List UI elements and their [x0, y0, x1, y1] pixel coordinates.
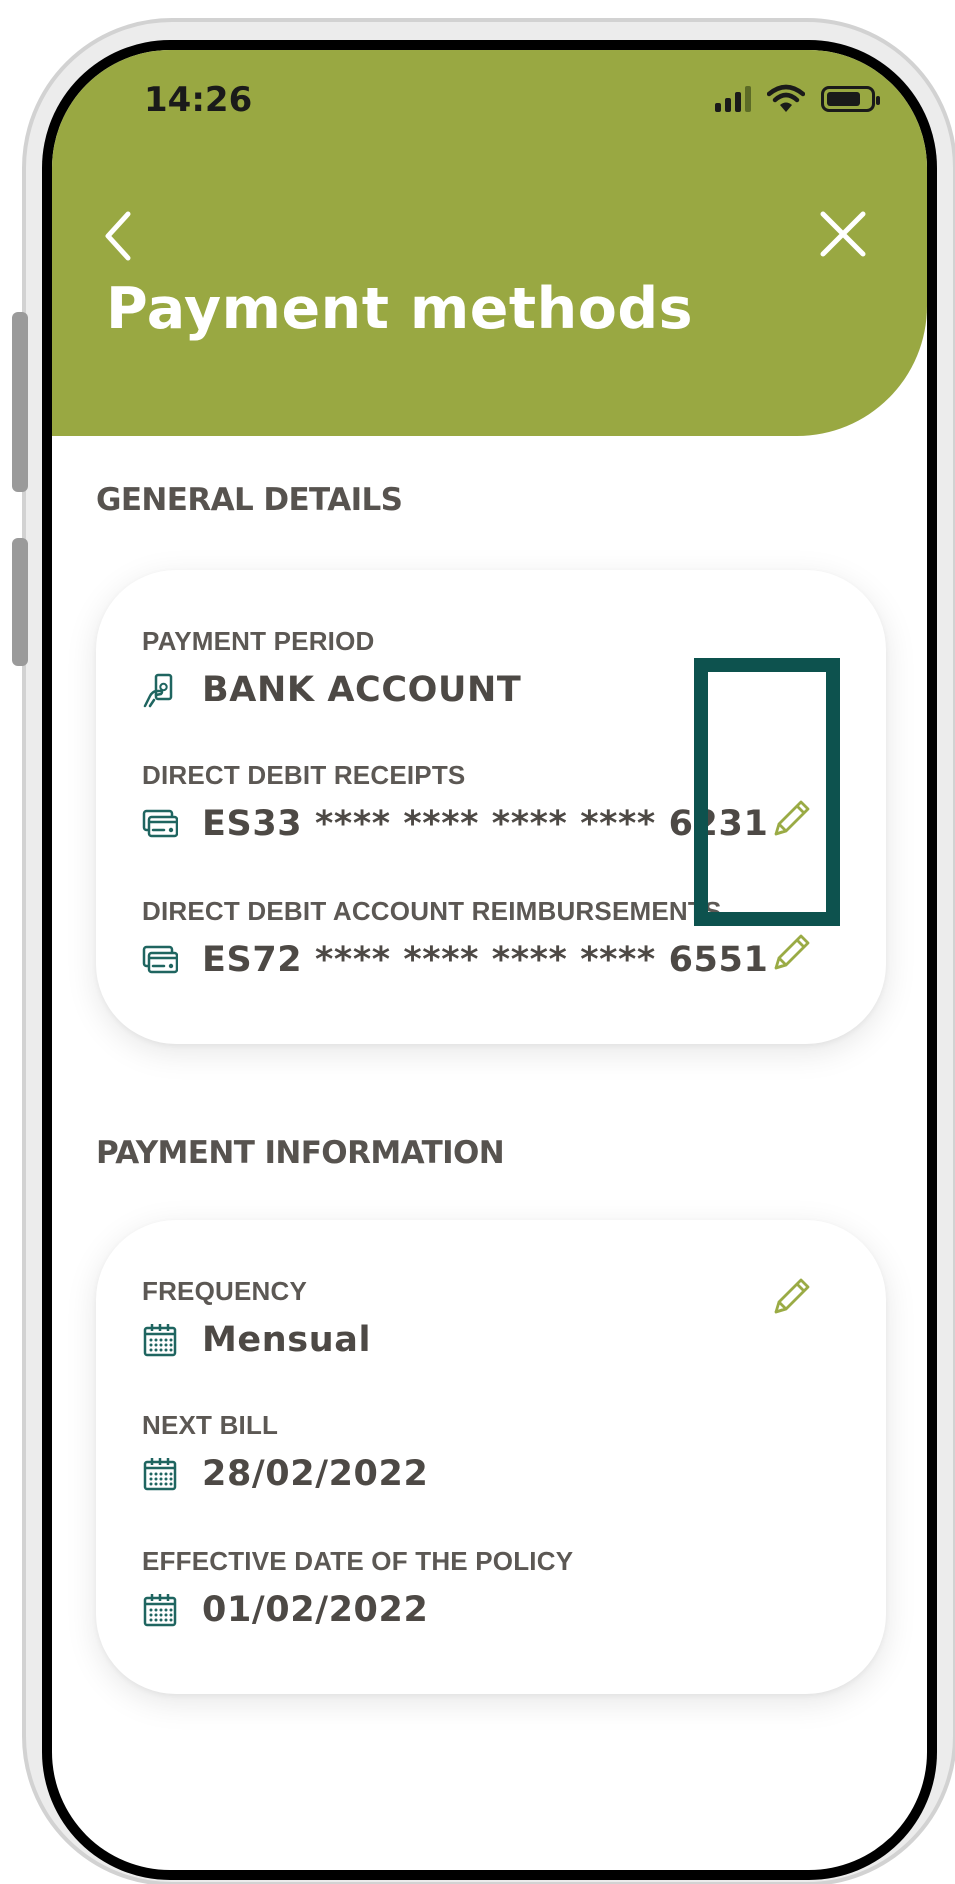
- app-screen: 14:26 Payment methods GENERAL DETAILS PA…: [52, 50, 927, 1870]
- pencil-icon: [774, 1278, 810, 1314]
- frequency-text: Mensual: [202, 1320, 372, 1360]
- status-icons: [715, 84, 880, 114]
- hand-card-icon: [143, 673, 173, 708]
- edit-frequency-button[interactable]: [766, 1272, 816, 1322]
- direct-debit-receipts-value: ES33 **** **** **** **** 6231: [142, 804, 768, 844]
- signal-icon: [715, 86, 751, 112]
- section-title-general-details: GENERAL DETAILS: [96, 482, 403, 518]
- chevron-left-icon: [105, 211, 131, 261]
- effective-date-label: EFFECTIVE DATE OF THE POLICY: [142, 1546, 574, 1576]
- highlight-box: [694, 658, 840, 926]
- edit-reimbursements-button[interactable]: [766, 928, 816, 978]
- section-title-payment-information: PAYMENT INFORMATION: [96, 1135, 505, 1171]
- payment-information-card: FREQUENCY Mensual NEXT BILL 28/02/2022 E…: [96, 1220, 886, 1694]
- direct-debit-reimbursements-iban: ES72 **** **** **** **** 6551: [202, 940, 769, 980]
- bank-card-icon: [142, 945, 178, 974]
- effective-date-value: 01/02/2022: [142, 1590, 428, 1630]
- frequency-label: FREQUENCY: [142, 1276, 308, 1306]
- direct-debit-receipts-iban: ES33 **** **** **** **** 6231: [202, 804, 769, 844]
- frequency-value: Mensual: [142, 1320, 371, 1360]
- wifi-icon: [767, 84, 805, 112]
- direct-debit-reimbursements-label: DIRECT DEBIT ACCOUNT REIMBURSEMENTS: [142, 896, 722, 926]
- volume-up-button: [12, 312, 28, 492]
- next-bill-value: 28/02/2022: [142, 1454, 428, 1494]
- volume-down-button: [12, 538, 28, 666]
- effective-date-text: 01/02/2022: [202, 1590, 429, 1630]
- status-time: 14:26: [144, 80, 253, 120]
- battery-icon: [821, 86, 880, 112]
- calendar-icon: [143, 1458, 177, 1491]
- calendar-icon: [143, 1594, 177, 1627]
- page-title: Payment methods: [106, 276, 694, 342]
- header: 14:26 Payment methods: [52, 50, 927, 436]
- back-button[interactable]: [96, 206, 140, 266]
- pencil-icon: [774, 934, 810, 970]
- next-bill-text: 28/02/2022: [202, 1454, 429, 1494]
- next-bill-label: NEXT BILL: [142, 1410, 279, 1440]
- direct-debit-receipts-label: DIRECT DEBIT RECEIPTS: [142, 760, 466, 790]
- payment-period-text: BANK ACCOUNT: [202, 670, 522, 710]
- close-button[interactable]: [815, 206, 871, 262]
- calendar-icon: [143, 1324, 177, 1357]
- bank-card-icon: [142, 809, 178, 838]
- payment-period-value: BANK ACCOUNT: [142, 670, 521, 710]
- payment-period-label: PAYMENT PERIOD: [142, 626, 375, 656]
- direct-debit-reimbursements-value: ES72 **** **** **** **** 6551: [142, 940, 768, 980]
- close-icon: [820, 211, 866, 257]
